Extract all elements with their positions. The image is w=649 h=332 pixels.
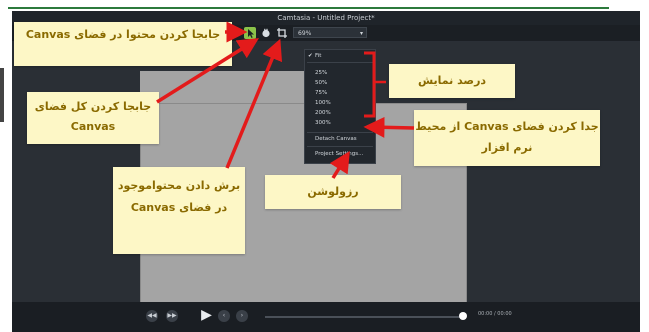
play-icon: ▶: [201, 307, 212, 323]
menu-divider: [307, 146, 373, 147]
menu-divider: [307, 132, 373, 133]
left-edge-bar: [0, 68, 4, 122]
play-button[interactable]: ▶: [198, 307, 215, 324]
chevron-left-icon: ‹: [222, 312, 226, 319]
crop-icon: [277, 28, 287, 38]
crop-mode-button[interactable]: [276, 27, 288, 39]
step-back-icon: ▶▶: [167, 312, 177, 319]
callout-resolution: رزولوشن: [265, 175, 401, 209]
skip-back-button[interactable]: ◀◀: [146, 310, 158, 322]
zoom-menu-25[interactable]: 25%: [315, 70, 327, 76]
callout-detach-canvas: جدا کردن فضای Canvas از محیط نرم افزار: [414, 110, 600, 166]
next-frame-button[interactable]: ›: [236, 310, 248, 322]
time-display: 00:00 / 00:00: [478, 311, 512, 317]
step-back-button[interactable]: ▶▶: [166, 310, 178, 322]
zoom-menu-300[interactable]: 300%: [315, 120, 331, 126]
hand-icon: [262, 28, 270, 38]
callout-zoom-percent: درصد نمایش: [389, 64, 515, 98]
zoom-menu-50[interactable]: 50%: [315, 80, 327, 86]
zoom-value: 69%: [298, 30, 312, 37]
top-divider-line: [8, 7, 609, 9]
zoom-menu-75[interactable]: 75%: [315, 90, 327, 96]
zoom-menu-fit[interactable]: Fit: [315, 53, 321, 59]
zoom-menu: ✔ Fit 25% 50% 75% 100% 200% 300% Detach …: [304, 49, 376, 164]
previous-frame-button[interactable]: ‹: [218, 310, 230, 322]
cursor-arrow-icon: [248, 29, 254, 38]
zoom-menu-200[interactable]: 200%: [315, 110, 331, 116]
callout-crop-content: برش دادن محتواموجود در فضای Canvas: [113, 167, 245, 254]
playhead-handle[interactable]: [459, 312, 467, 320]
detach-canvas-item[interactable]: Detach Canvas: [315, 136, 357, 142]
playhead-track[interactable]: [265, 316, 460, 318]
zoom-menu-100[interactable]: 100%: [315, 100, 331, 106]
callout-move-canvas: جابجا کردن کل فضای Canvas: [27, 92, 159, 144]
playback-controls: ◀◀ ▶▶ ▶ ‹ › 00:00 / 00:00: [12, 302, 640, 332]
skip-back-icon: ◀◀: [147, 312, 157, 319]
chevron-right-icon: ›: [240, 312, 244, 319]
edit-mode-button[interactable]: [244, 27, 256, 39]
project-settings-item[interactable]: Project Settings...: [315, 151, 363, 157]
check-icon: ✔: [308, 53, 313, 59]
zoom-dropdown[interactable]: 69% ▾: [293, 27, 367, 38]
callout-move-content: جابجا کردن محتوا در فضای Canvas: [14, 22, 232, 66]
chevron-down-icon: ▾: [359, 30, 363, 37]
menu-divider: [307, 62, 373, 63]
pan-mode-button[interactable]: [260, 27, 272, 39]
